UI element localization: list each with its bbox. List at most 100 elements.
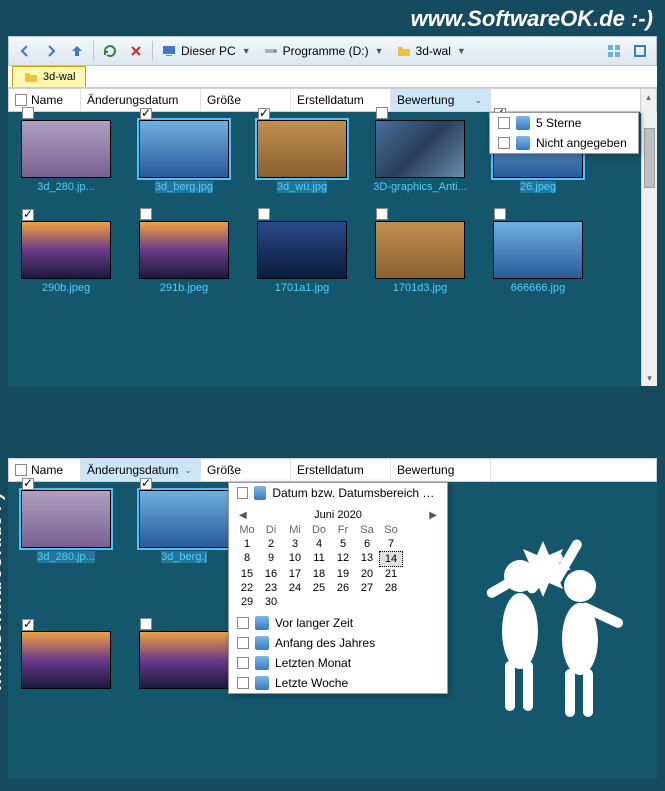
calendar-day[interactable]: 13 <box>355 551 379 567</box>
calendar-day[interactable]: 11 <box>307 551 331 567</box>
calendar-prev-button[interactable]: ◀ <box>239 510 247 521</box>
file-thumb[interactable]: 3d_berg.j <box>134 490 234 563</box>
chevron-down-icon[interactable]: ⌄ <box>472 95 484 106</box>
calendar-day[interactable]: 15 <box>235 567 259 581</box>
file-checkbox[interactable] <box>140 618 152 630</box>
calendar-day[interactable]: 3 <box>283 537 307 551</box>
column-bewertung[interactable]: Bewertung⌄ <box>391 89 491 111</box>
calendar-day[interactable]: 28 <box>379 581 403 595</box>
file-thumb[interactable]: 291b.jpeg <box>134 221 234 294</box>
date-filter-year-start[interactable]: Anfang des Jahres <box>229 633 447 653</box>
nav-up-button[interactable] <box>65 39 89 63</box>
breadcrumb-pc[interactable]: Dieser PC ▼ <box>157 43 257 59</box>
column-groesse[interactable]: Größe <box>201 89 291 111</box>
file-checkbox[interactable] <box>22 209 34 221</box>
file-thumb[interactable]: 3d_wü.jpg <box>252 120 352 193</box>
column-name[interactable]: Name <box>9 89 81 111</box>
file-thumb[interactable]: 290b.jpeg <box>16 221 116 294</box>
calendar-day[interactable]: 24 <box>283 581 307 595</box>
calendar-day[interactable]: 6 <box>355 537 379 551</box>
calendar-day[interactable]: 5 <box>331 537 355 551</box>
checkbox[interactable] <box>237 617 249 629</box>
file-checkbox[interactable] <box>376 107 388 119</box>
file-thumb[interactable]: 3d_280.jp... <box>16 120 116 193</box>
file-checkbox[interactable] <box>258 108 270 120</box>
rating-filter-5stars[interactable]: 5 Sterne <box>490 113 638 133</box>
nav-forward-button[interactable] <box>39 39 63 63</box>
calendar-day[interactable]: 20 <box>355 567 379 581</box>
file-checkbox[interactable] <box>140 108 152 120</box>
calendar-day[interactable]: 1 <box>235 537 259 551</box>
calendar-day[interactable]: 26 <box>331 581 355 595</box>
breadcrumb-folder[interactable]: 3d-wal ▼ <box>392 43 472 59</box>
calendar-day[interactable]: 12 <box>331 551 355 567</box>
calendar-day[interactable]: 25 <box>307 581 331 595</box>
calendar-day[interactable]: 14 <box>379 551 403 567</box>
calendar-day[interactable]: 9 <box>259 551 283 567</box>
calendar-day[interactable]: 19 <box>331 567 355 581</box>
fullscreen-button[interactable] <box>628 39 652 63</box>
refresh-button[interactable] <box>98 39 122 63</box>
date-filter-header[interactable]: Datum bzw. Datumsbereich ausw... <box>229 483 447 503</box>
chevron-down-icon[interactable]: ⌄ <box>182 465 194 476</box>
calendar-day[interactable]: 17 <box>283 567 307 581</box>
checkbox[interactable] <box>237 637 249 649</box>
checkbox[interactable] <box>237 657 249 669</box>
file-thumb[interactable] <box>134 631 234 692</box>
scroll-up-button[interactable]: ▴ <box>641 89 656 105</box>
calendar-day[interactable]: 30 <box>259 595 283 609</box>
file-checkbox[interactable] <box>140 208 152 220</box>
calendar-day[interactable]: 4 <box>307 537 331 551</box>
apps-button[interactable] <box>602 39 626 63</box>
file-checkbox[interactable] <box>494 208 506 220</box>
scroll-thumb[interactable] <box>644 128 655 188</box>
chevron-down-icon[interactable]: ▼ <box>373 46 386 56</box>
file-checkbox[interactable] <box>22 619 34 631</box>
tab-folder[interactable]: 3d-wal <box>12 66 86 87</box>
chevron-down-icon[interactable]: ▼ <box>240 46 253 56</box>
calendar-day[interactable]: 16 <box>259 567 283 581</box>
calendar-day[interactable]: 23 <box>259 581 283 595</box>
calendar-day[interactable]: 29 <box>235 595 259 609</box>
calendar-day[interactable]: 10 <box>283 551 307 567</box>
breadcrumb-drive[interactable]: Programme (D:) ▼ <box>259 43 390 59</box>
file-checkbox[interactable] <box>22 107 34 119</box>
file-checkbox[interactable] <box>376 208 388 220</box>
calendar-day[interactable]: 8 <box>235 551 259 567</box>
calendar-day[interactable]: 21 <box>379 567 403 581</box>
file-thumb[interactable] <box>16 631 116 692</box>
date-filter-last-week[interactable]: Letzte Woche <box>229 673 447 693</box>
file-checkbox[interactable] <box>258 208 270 220</box>
file-thumb[interactable]: 3d_280.jp... <box>16 490 116 563</box>
select-all-checkbox[interactable] <box>15 94 27 106</box>
checkbox[interactable] <box>498 137 510 149</box>
stop-button[interactable] <box>124 39 148 63</box>
file-thumb[interactable]: 666666.jpg <box>488 221 588 294</box>
scroll-down-button[interactable]: ▾ <box>642 370 657 386</box>
file-thumb[interactable]: 3d_berg.jpg <box>134 120 234 193</box>
chevron-down-icon[interactable]: ▼ <box>455 46 468 56</box>
date-filter-long-ago[interactable]: Vor langer Zeit <box>229 613 447 633</box>
calendar-day[interactable]: 27 <box>355 581 379 595</box>
select-all-checkbox-2[interactable] <box>15 464 27 476</box>
rating-filter-none[interactable]: Nicht angegeben <box>490 133 638 153</box>
column-groesse-2[interactable]: Größe <box>201 459 291 481</box>
checkbox[interactable] <box>237 677 249 689</box>
column-bewertung-2[interactable]: Bewertung <box>391 459 491 481</box>
file-thumb[interactable]: 1701a1.jpg <box>252 221 352 294</box>
file-thumb[interactable]: 1701d3.jpg <box>370 221 470 294</box>
checkbox[interactable] <box>237 487 248 499</box>
date-filter-last-month[interactable]: Letzten Monat <box>229 653 447 673</box>
file-thumb[interactable]: 3D-graphics_Anti... <box>370 120 470 193</box>
vertical-scrollbar[interactable]: ▾ <box>641 112 657 386</box>
file-checkbox[interactable] <box>140 478 152 490</box>
checkbox[interactable] <box>498 117 510 129</box>
calendar-next-button[interactable]: ▶ <box>429 510 437 521</box>
calendar-day[interactable]: 2 <box>259 537 283 551</box>
file-checkbox[interactable] <box>22 478 34 490</box>
column-erstell-2[interactable]: Erstelldatum <box>291 459 391 481</box>
nav-back-button[interactable] <box>13 39 37 63</box>
calendar-day[interactable]: 18 <box>307 567 331 581</box>
column-name-2[interactable]: Name <box>9 459 81 481</box>
calendar-day[interactable]: 22 <box>235 581 259 595</box>
